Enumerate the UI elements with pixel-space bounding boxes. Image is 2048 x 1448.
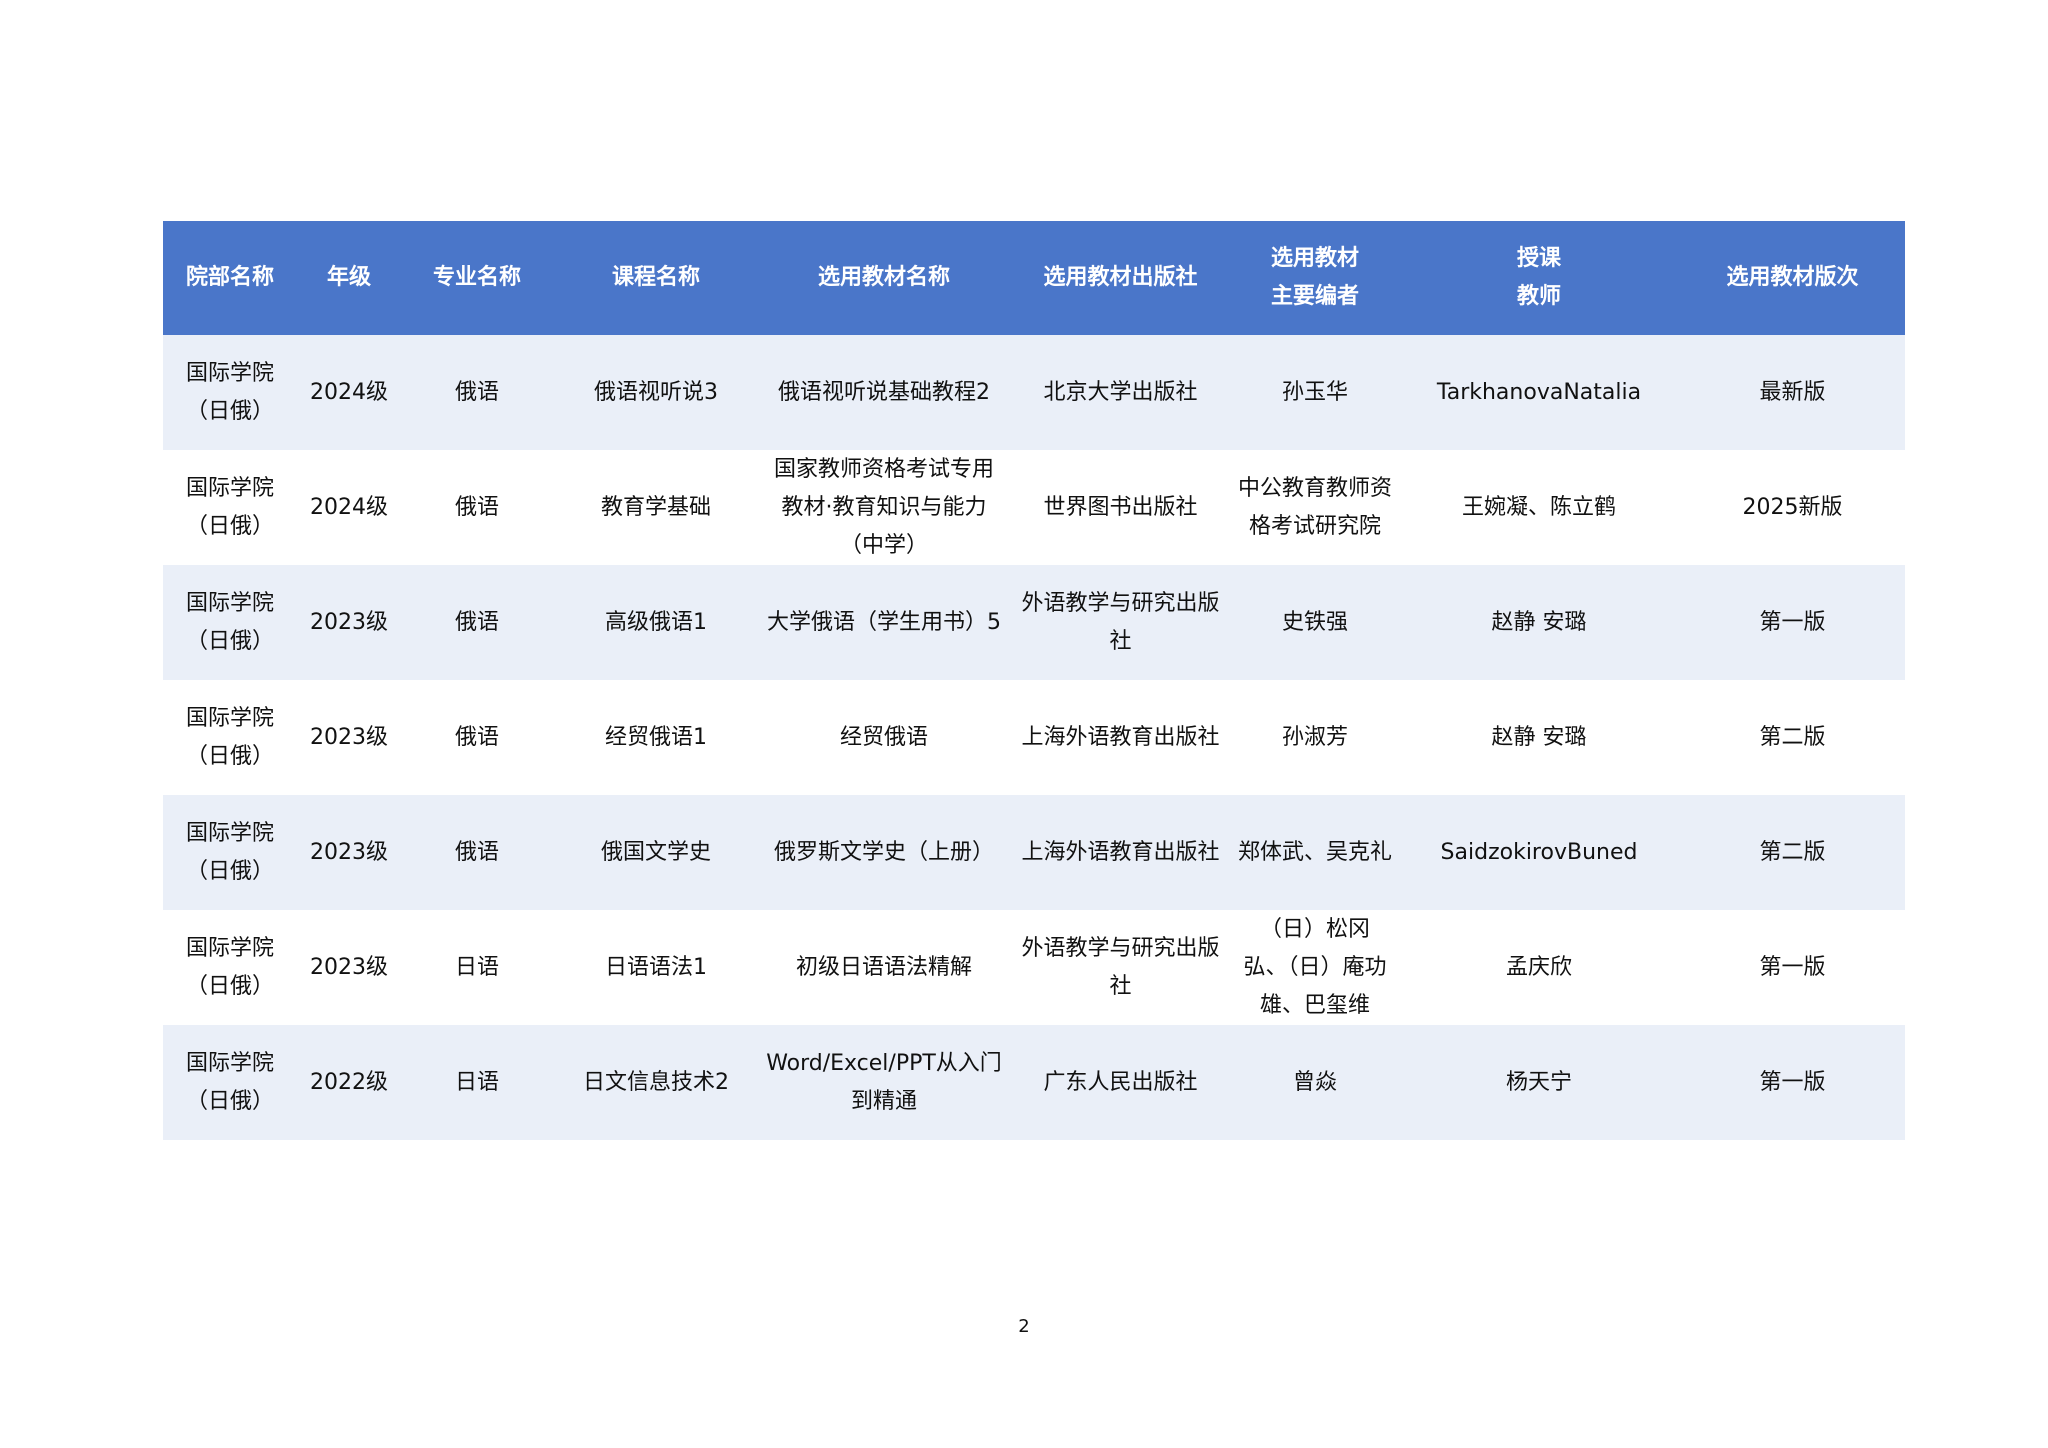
cell-textbook-name: 经贸俄语	[839, 724, 928, 750]
cell-grade: 2023级	[310, 609, 388, 635]
cell-department: 国际学院（日俄）	[185, 590, 274, 654]
header-textbook-name: 选用教材名称	[817, 265, 950, 290]
cell-grade: 2023级	[310, 724, 388, 750]
cell-grade: 2024级	[310, 494, 388, 520]
cell-editor: 中公教育教师资格考试研究院	[1238, 475, 1393, 539]
cell-publisher: 世界图书出版社	[1043, 494, 1198, 520]
cell-edition: 2025新版	[1742, 494, 1843, 520]
cell-textbook-name: 国家教师资格考试专用教材·教育知识与能力（中学）	[773, 456, 994, 558]
cell-edition: 第一版	[1759, 1069, 1826, 1095]
table-row: 国际学院（日俄） 2023级 俄语 俄国文学史 俄罗斯文学史（上册） 上海外语教…	[163, 795, 1905, 910]
cell-teacher: 赵静 安璐	[1491, 609, 1587, 635]
cell-department: 国际学院（日俄）	[185, 475, 274, 539]
cell-teacher: TarkhanovaNatalia	[1436, 379, 1642, 405]
cell-course: 俄国文学史	[600, 839, 711, 865]
header-editor: 选用教材 主要编者	[1270, 246, 1359, 309]
cell-editor: 曾焱	[1292, 1069, 1337, 1095]
cell-textbook-name: 大学俄语（学生用书）5	[767, 609, 1001, 635]
table-row: 国际学院（日俄） 2024级 俄语 教育学基础 国家教师资格考试专用教材·教育知…	[163, 450, 1905, 565]
cell-teacher: 王婉凝、陈立鹤	[1461, 494, 1616, 520]
cell-textbook-name: 俄语视听说基础教程2	[778, 379, 990, 405]
cell-course: 教育学基础	[600, 494, 711, 520]
table-row: 国际学院（日俄） 2022级 日语 日文信息技术2 Word/Excel/PPT…	[163, 1025, 1905, 1140]
header-department: 院部名称	[185, 265, 274, 290]
cell-teacher: 赵静 安璐	[1491, 724, 1587, 750]
cell-editor: 郑体武、吴克礼	[1238, 839, 1393, 865]
cell-editor: 史铁强	[1281, 609, 1348, 635]
cell-major: 俄语	[454, 724, 499, 750]
cell-department: 国际学院（日俄）	[185, 935, 274, 999]
cell-publisher: 北京大学出版社	[1043, 379, 1198, 405]
textbook-selection-table: 院部名称 年级 专业名称 课程名称 选用教材名称 选用教材出版社 选用教材 主要…	[163, 221, 1905, 1140]
cell-grade: 2023级	[310, 839, 388, 865]
table-row: 国际学院（日俄） 2023级 日语 日语语法1 初级日语语法精解 外语教学与研究…	[163, 910, 1905, 1025]
cell-department: 国际学院（日俄）	[185, 360, 274, 424]
cell-course: 经贸俄语1	[605, 724, 707, 750]
cell-edition: 第一版	[1759, 954, 1826, 980]
header-major: 专业名称	[432, 265, 521, 290]
cell-edition: 最新版	[1759, 379, 1826, 405]
cell-grade: 2022级	[310, 1069, 388, 1095]
header-publisher: 选用教材出版社	[1043, 265, 1198, 290]
page-number: 2	[1018, 1316, 1030, 1337]
cell-major: 俄语	[454, 379, 499, 405]
cell-textbook-name: 初级日语语法精解	[795, 954, 972, 980]
cell-edition: 第二版	[1759, 839, 1826, 865]
table-header-row: 院部名称 年级 专业名称 课程名称 选用教材名称 选用教材出版社 选用教材 主要…	[163, 221, 1905, 335]
cell-teacher: 孟庆欣	[1505, 954, 1572, 980]
cell-course: 俄语视听说3	[594, 379, 718, 405]
cell-major: 日语	[454, 1069, 499, 1095]
table-row: 国际学院（日俄） 2023级 俄语 经贸俄语1 经贸俄语 上海外语教育出版社 孙…	[163, 680, 1905, 795]
cell-teacher: SaidzokirovBuned	[1440, 839, 1638, 865]
textbook-table-container: 院部名称 年级 专业名称 课程名称 选用教材名称 选用教材出版社 选用教材 主要…	[163, 221, 1905, 1140]
cell-editor: （日）松冈弘、（日）庵功雄、巴玺维	[1243, 916, 1387, 1018]
cell-course: 高级俄语1	[605, 609, 707, 635]
cell-textbook-name: Word/Excel/PPT从入门到精通	[766, 1050, 1002, 1114]
cell-department: 国际学院（日俄）	[185, 820, 274, 884]
table-row: 国际学院（日俄） 2024级 俄语 俄语视听说3 俄语视听说基础教程2 北京大学…	[163, 335, 1905, 450]
header-course: 课程名称	[611, 265, 700, 290]
cell-teacher: 杨天宁	[1505, 1069, 1572, 1095]
cell-course: 日语语法1	[605, 954, 707, 980]
cell-edition: 第二版	[1759, 724, 1826, 750]
cell-publisher: 外语教学与研究出版社	[1021, 935, 1220, 999]
cell-course: 日文信息技术2	[583, 1069, 729, 1095]
cell-grade: 2023级	[310, 954, 388, 980]
cell-major: 日语	[454, 954, 499, 980]
cell-department: 国际学院（日俄）	[185, 705, 274, 769]
header-edition: 选用教材版次	[1726, 265, 1859, 290]
header-grade: 年级	[326, 265, 371, 290]
cell-textbook-name: 俄罗斯文学史（上册）	[773, 839, 994, 865]
cell-publisher: 上海外语教育出版社	[1021, 724, 1220, 750]
table-row: 国际学院（日俄） 2023级 俄语 高级俄语1 大学俄语（学生用书）5 外语教学…	[163, 565, 1905, 680]
cell-publisher: 上海外语教育出版社	[1021, 839, 1220, 865]
cell-department: 国际学院（日俄）	[185, 1050, 274, 1114]
cell-editor: 孙淑芳	[1281, 724, 1348, 750]
cell-major: 俄语	[454, 494, 499, 520]
header-teacher: 授课 教师	[1516, 246, 1561, 309]
cell-major: 俄语	[454, 839, 499, 865]
cell-publisher: 广东人民出版社	[1043, 1069, 1198, 1095]
cell-edition: 第一版	[1759, 609, 1826, 635]
cell-grade: 2024级	[310, 379, 388, 405]
cell-publisher: 外语教学与研究出版社	[1021, 590, 1220, 654]
cell-editor: 孙玉华	[1281, 379, 1348, 405]
cell-major: 俄语	[454, 609, 499, 635]
